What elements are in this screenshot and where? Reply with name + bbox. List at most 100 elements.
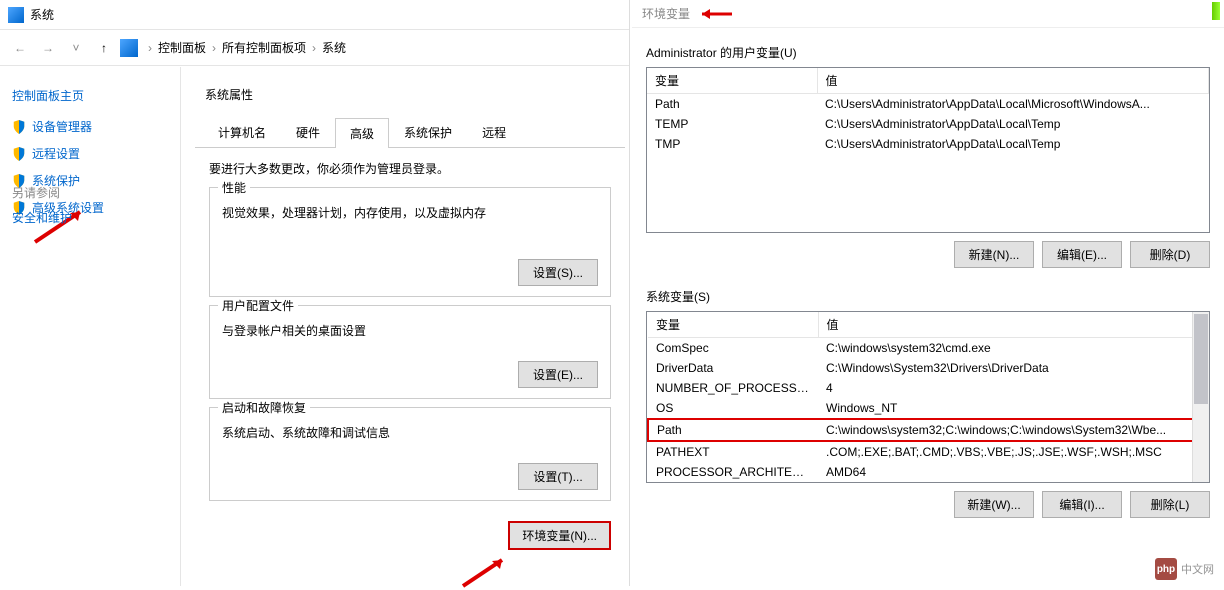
window-indicator xyxy=(1212,2,1220,20)
tab-protection[interactable]: 系统保护 xyxy=(389,117,467,147)
groupbox-title: 用户配置文件 xyxy=(218,297,298,314)
env-dialog-title-bar: 环境变量 xyxy=(632,0,1224,28)
table-row[interactable]: ComSpecC:\windows\system32\cmd.exe xyxy=(648,338,1208,359)
var-value: C:\windows\system32\cmd.exe xyxy=(818,338,1208,359)
table-row[interactable]: PROCESSOR_ARCHITECT...AMD64 xyxy=(648,462,1208,482)
breadcrumb: › 控制面板 › 所有控制面板项 › 系统 xyxy=(142,39,352,56)
sidebar-item-label: 设备管理器 xyxy=(32,118,92,135)
see-also-link[interactable]: 安全和维护 xyxy=(12,209,72,226)
window-title: 系统 xyxy=(30,6,54,23)
dialog-body: 要进行大多数更改，你必须作为管理员登录。 性能 视觉效果，处理器计划，内存使用，… xyxy=(195,148,625,521)
dialog-title: 系统属性 xyxy=(195,78,625,111)
col-header-value[interactable]: 值 xyxy=(817,68,1209,94)
scrollbar[interactable] xyxy=(1192,312,1209,482)
table-row[interactable]: OSWindows_NT xyxy=(648,398,1208,419)
shield-icon xyxy=(12,147,26,161)
sidebar-item-label: 远程设置 xyxy=(32,145,80,162)
system-icon xyxy=(8,7,24,23)
table-row[interactable]: NUMBER_OF_PROCESSORS4 xyxy=(648,378,1208,398)
var-name: ComSpec xyxy=(648,338,818,359)
user-delete-button[interactable]: 删除(D) xyxy=(1130,241,1210,268)
user-vars-buttons: 新建(N)... 编辑(E)... 删除(D) xyxy=(646,241,1210,268)
var-name: Path xyxy=(648,419,818,441)
sidebar-title[interactable]: 控制面板主页 xyxy=(12,87,163,104)
tab-computer-name[interactable]: 计算机名 xyxy=(203,117,281,147)
breadcrumb-sep: › xyxy=(312,41,316,55)
var-value: .COM;.EXE;.BAT;.CMD;.VBS;.VBE;.JS;.JSE;.… xyxy=(818,441,1208,462)
var-name: NUMBER_OF_PROCESSORS xyxy=(648,378,818,398)
breadcrumb-item[interactable]: 控制面板 xyxy=(158,39,206,56)
nav-recent-icon[interactable]: ˅ xyxy=(64,36,88,60)
watermark: php 中文网 xyxy=(1155,558,1214,580)
var-name: PATHEXT xyxy=(648,441,818,462)
nav-bar: ← → ˅ ↑ › 控制面板 › 所有控制面板项 › 系统 xyxy=(0,30,629,66)
breadcrumb-item[interactable]: 所有控制面板项 xyxy=(222,39,306,56)
env-dialog-title: 环境变量 xyxy=(642,5,690,22)
env-dialog-body: Administrator 的用户变量(U) 变量 值 PathC:\Users… xyxy=(632,28,1224,538)
groupbox-performance: 性能 视觉效果，处理器计划，内存使用，以及虚拟内存 设置(S)... xyxy=(209,187,611,297)
table-row[interactable]: TMPC:\Users\Administrator\AppData\Local\… xyxy=(647,134,1209,154)
watermark-logo: php xyxy=(1155,558,1177,580)
control-panel-sidebar: 控制面板主页 设备管理器 远程设置 系统保护 高级系统设置 另请参阅 安全和维护 xyxy=(0,67,175,246)
tab-remote[interactable]: 远程 xyxy=(467,117,521,147)
system-vars-table[interactable]: 变量 值 ComSpecC:\windows\system32\cmd.exe … xyxy=(646,311,1210,483)
scrollbar-thumb[interactable] xyxy=(1194,314,1208,404)
table-row[interactable]: PATHEXT.COM;.EXE;.BAT;.CMD;.VBS;.VBE;.JS… xyxy=(648,441,1208,462)
watermark-text: 中文网 xyxy=(1181,561,1214,577)
sidebar-item-device-manager[interactable]: 设备管理器 xyxy=(12,118,163,135)
col-header-value[interactable]: 值 xyxy=(818,312,1208,338)
var-value: C:\Users\Administrator\AppData\Local\Mic… xyxy=(817,94,1209,115)
settings-startup-button[interactable]: 设置(T)... xyxy=(518,463,598,490)
groupbox-title: 性能 xyxy=(218,179,250,196)
var-value: C:\Users\Administrator\AppData\Local\Tem… xyxy=(817,134,1209,154)
nav-back-icon[interactable]: ← xyxy=(8,36,32,60)
intro-text: 要进行大多数更改，你必须作为管理员登录。 xyxy=(209,160,611,177)
see-also-section: 另请参阅 安全和维护 xyxy=(12,184,72,226)
tabs-row: 计算机名 硬件 高级 系统保护 远程 xyxy=(195,117,625,148)
sys-new-button[interactable]: 新建(W)... xyxy=(954,491,1034,518)
nav-up-icon[interactable]: ↑ xyxy=(92,36,116,60)
see-also-title: 另请参阅 xyxy=(12,184,72,201)
settings-userprofile-button[interactable]: 设置(E)... xyxy=(518,361,598,388)
col-header-variable[interactable]: 变量 xyxy=(647,68,817,94)
var-value: Windows_NT xyxy=(818,398,1208,419)
shield-icon xyxy=(12,120,26,134)
tab-hardware[interactable]: 硬件 xyxy=(281,117,335,147)
breadcrumb-sep: › xyxy=(212,41,216,55)
sys-delete-button[interactable]: 删除(L) xyxy=(1130,491,1210,518)
user-vars-table[interactable]: 变量 值 PathC:\Users\Administrator\AppData\… xyxy=(646,67,1210,233)
groupbox-startup: 启动和故障恢复 系统启动、系统故障和调试信息 设置(T)... xyxy=(209,407,611,501)
var-value: C:\Users\Administrator\AppData\Local\Tem… xyxy=(817,114,1209,134)
environment-variables-button[interactable]: 环境变量(N)... xyxy=(508,521,611,550)
sidebar-item-remote[interactable]: 远程设置 xyxy=(12,145,163,162)
var-name: OS xyxy=(648,398,818,419)
tab-advanced[interactable]: 高级 xyxy=(335,118,389,148)
breadcrumb-item[interactable]: 系统 xyxy=(322,39,346,56)
settings-performance-button[interactable]: 设置(S)... xyxy=(518,259,598,286)
user-edit-button[interactable]: 编辑(E)... xyxy=(1042,241,1122,268)
groupbox-desc: 系统启动、系统故障和调试信息 xyxy=(222,424,598,441)
table-row[interactable]: PathC:\Users\Administrator\AppData\Local… xyxy=(647,94,1209,115)
var-value: AMD64 xyxy=(818,462,1208,482)
breadcrumb-icon xyxy=(120,39,138,57)
sys-vars-label: 系统变量(S) xyxy=(646,288,1210,305)
system-properties-dialog: 系统属性 计算机名 硬件 高级 系统保护 远程 要进行大多数更改，你必须作为管理… xyxy=(195,78,625,558)
table-row-path[interactable]: PathC:\windows\system32;C:\windows;C:\wi… xyxy=(648,419,1208,441)
window-title-bar: 系统 xyxy=(0,0,629,30)
var-name: Path xyxy=(647,94,817,115)
groupbox-userprofile: 用户配置文件 与登录帐户相关的桌面设置 设置(E)... xyxy=(209,305,611,399)
user-new-button[interactable]: 新建(N)... xyxy=(954,241,1034,268)
table-row[interactable]: DriverDataC:\Windows\System32\Drivers\Dr… xyxy=(648,358,1208,378)
user-vars-label: Administrator 的用户变量(U) xyxy=(646,44,1210,61)
sys-vars-buttons: 新建(W)... 编辑(I)... 删除(L) xyxy=(646,491,1210,518)
groupbox-desc: 与登录帐户相关的桌面设置 xyxy=(222,322,598,339)
sys-edit-button[interactable]: 编辑(I)... xyxy=(1042,491,1122,518)
var-value: C:\Windows\System32\Drivers\DriverData xyxy=(818,358,1208,378)
annotation-arrow-icon xyxy=(696,7,736,21)
var-value: 4 xyxy=(818,378,1208,398)
nav-forward-icon[interactable]: → xyxy=(36,36,60,60)
groupbox-desc: 视觉效果，处理器计划，内存使用，以及虚拟内存 xyxy=(222,204,598,221)
col-header-variable[interactable]: 变量 xyxy=(648,312,818,338)
breadcrumb-sep: › xyxy=(148,41,152,55)
table-row[interactable]: TEMPC:\Users\Administrator\AppData\Local… xyxy=(647,114,1209,134)
